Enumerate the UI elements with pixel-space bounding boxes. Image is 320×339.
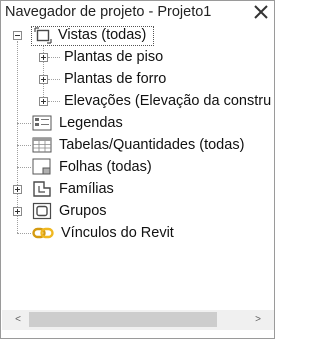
tree-item-label: Folhas (todas) (59, 159, 152, 175)
expand-toggle[interactable] (39, 75, 48, 84)
tree-item-label: Vínculos do Revit (61, 225, 174, 241)
tree-item-sheets[interactable]: Folhas (todas) (1, 157, 274, 177)
tree-item-floor-plans[interactable]: Plantas de piso (1, 47, 274, 67)
revit-link-icon (32, 227, 54, 239)
tree-item-revit-links[interactable]: Vínculos do Revit (1, 223, 274, 243)
tree-item-label: Grupos (59, 203, 107, 219)
title-bar[interactable]: Navegador de projeto - Projeto1 (1, 1, 274, 25)
scroll-right-arrow[interactable]: > (248, 310, 268, 330)
legend-icon (32, 115, 52, 131)
tree-item-label: Tabelas/Quantidades (todas) (59, 137, 245, 153)
families-icon (33, 181, 51, 197)
views-icon (34, 27, 52, 44)
scrollbar-thumb[interactable] (29, 312, 217, 327)
project-tree: Vistas (todas) Plantas de piso Plantas d… (1, 25, 274, 309)
groups-icon (32, 202, 52, 220)
sheet-icon (32, 158, 51, 175)
scroll-left-arrow[interactable]: < (8, 310, 28, 330)
expand-toggle[interactable] (13, 185, 22, 194)
close-icon[interactable] (251, 2, 271, 22)
schedule-icon (32, 137, 52, 153)
project-browser-panel: Navegador de projeto - Projeto1 Vistas (… (0, 0, 275, 339)
tree-item-label: Elevações (Elevação da constru (64, 93, 272, 109)
horizontal-scrollbar[interactable]: < > (2, 310, 274, 330)
panel-title: Navegador de projeto - Projeto1 (5, 4, 212, 20)
tree-item-label: Plantas de piso (64, 49, 164, 65)
expand-toggle[interactable] (13, 207, 22, 216)
tree-item-label: Plantas de forro (64, 71, 167, 87)
tree-item-label: Famílias (59, 181, 114, 197)
tree-item-groups[interactable]: Grupos (1, 201, 274, 221)
tree-item-families[interactable]: Famílias (1, 179, 274, 199)
tree-item-elevations[interactable]: Elevações (Elevação da constru (1, 91, 274, 111)
tree-item-schedules[interactable]: Tabelas/Quantidades (todas) (1, 135, 274, 155)
collapse-toggle[interactable] (13, 31, 22, 40)
tree-item-label: Vistas (todas) (58, 27, 147, 43)
expand-toggle[interactable] (39, 97, 48, 106)
tree-item-label: Legendas (59, 115, 123, 131)
expand-toggle[interactable] (39, 53, 48, 62)
tree-item-legends[interactable]: Legendas (1, 113, 274, 133)
tree-item-views[interactable]: Vistas (todas) (1, 25, 274, 46)
tree-item-ceiling-plans[interactable]: Plantas de forro (1, 69, 274, 89)
